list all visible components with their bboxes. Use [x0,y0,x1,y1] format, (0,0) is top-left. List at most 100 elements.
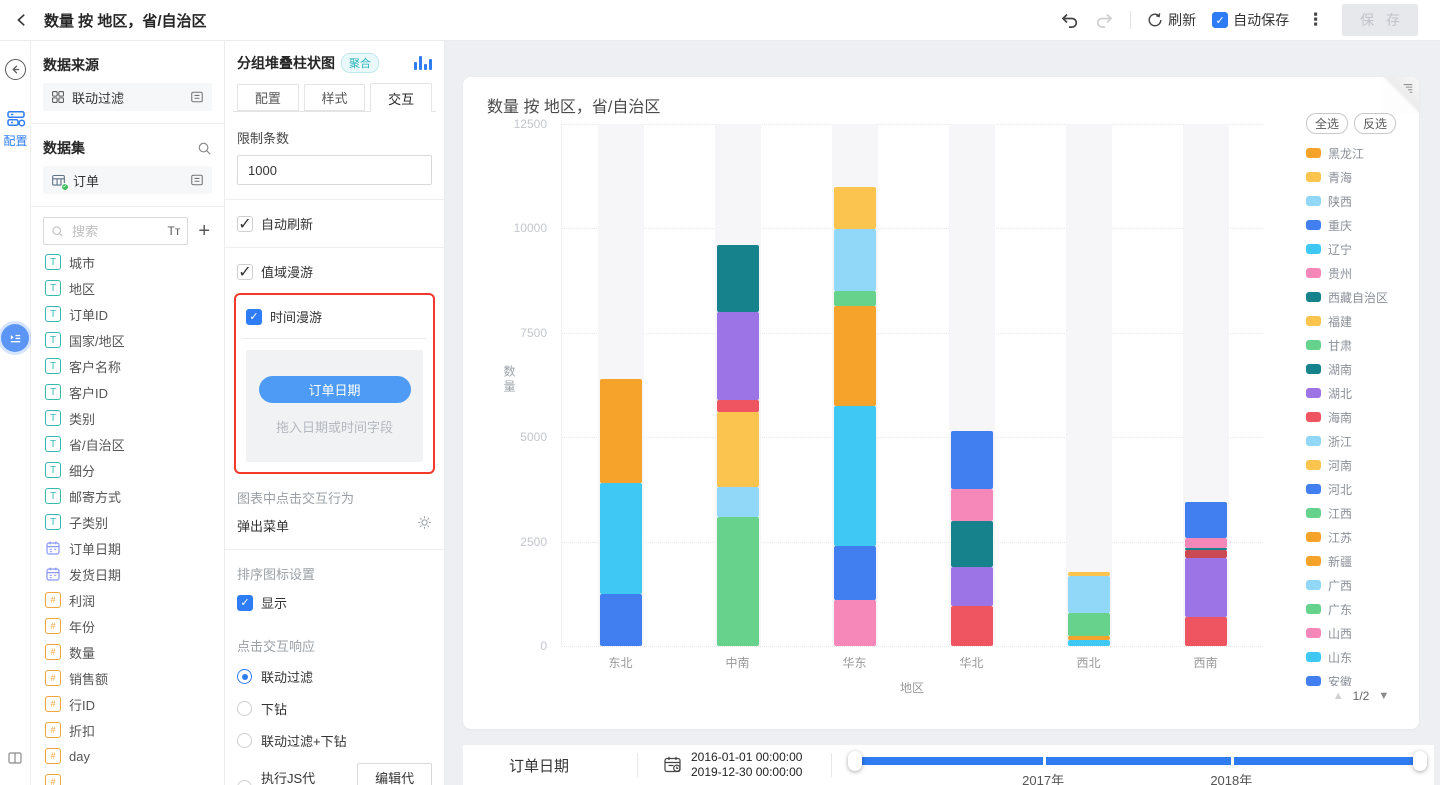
dataset-item-orders[interactable]: ✓ 订单 [43,166,212,194]
field-search-box[interactable]: Tᴛ [43,217,188,245]
radio-unselected[interactable] [237,701,252,716]
legend-item-安徽[interactable]: 安徽 [1306,674,1416,686]
text-filter-icon[interactable]: Tᴛ [167,224,180,238]
bar-segment[interactable] [1185,558,1227,618]
field-item-地区[interactable]: T地区 [43,275,212,301]
field-item-订单日期[interactable]: 订单日期 [43,535,212,561]
field-item-利润[interactable]: #利润 [43,587,212,613]
refresh-button[interactable]: 刷新 [1147,10,1196,30]
undo-icon[interactable] [1060,11,1079,30]
response-option-联动过滤[interactable]: 联动过滤 [237,667,432,686]
field-item-年份[interactable]: #年份 [43,613,212,639]
legend-item-陕西[interactable]: 陕西 [1306,194,1416,208]
bar-segment[interactable] [600,379,642,483]
bar-中南[interactable] [717,245,759,646]
panel-detail-icon[interactable] [190,90,204,104]
auto-refresh-row[interactable]: ✓ 自动刷新 [237,214,432,233]
bar-segment[interactable] [1185,538,1227,548]
legend-item-浙江[interactable]: 浙江 [1306,434,1416,448]
bar-西南[interactable] [1185,502,1227,646]
legend-item-辽宁[interactable]: 辽宁 [1306,242,1416,256]
panel-detail-icon[interactable] [190,173,204,187]
value-roam-checkbox[interactable]: ✓ [237,264,253,280]
field-item-发货日期[interactable]: 发货日期 [43,561,212,587]
bar-segment[interactable] [951,606,993,646]
legend-item-广西[interactable]: 广西 [1306,578,1416,592]
bar-segment[interactable] [834,187,876,229]
legend-item-福建[interactable]: 福建 [1306,314,1416,328]
add-field-button[interactable]: + [196,221,212,241]
radio-selected[interactable] [237,669,252,684]
field-item-销售额[interactable]: #销售额 [43,665,212,691]
bar-chart-icon[interactable] [414,56,432,70]
legend-item-湖南[interactable]: 湖南 [1306,362,1416,376]
bar-segment[interactable] [834,229,876,292]
time-roam-checkbox[interactable]: ✓ [246,309,262,325]
gear-icon[interactable] [417,515,432,535]
bar-segment[interactable] [1185,550,1227,557]
bar-segment[interactable] [834,546,876,600]
response-option-下钻[interactable]: 下钻 [237,699,432,718]
bar-segment[interactable] [600,483,642,594]
bar-segment[interactable] [951,521,993,567]
legend-item-甘肃[interactable]: 甘肃 [1306,338,1416,352]
legend-item-湖北[interactable]: 湖北 [1306,386,1416,400]
legend-item-河南[interactable]: 河南 [1306,458,1416,472]
collapse-back-icon[interactable] [5,59,26,80]
legend-item-海南[interactable]: 海南 [1306,410,1416,424]
plot-area[interactable]: 东北中南华东华北西北西南 [561,124,1263,646]
bar-segment[interactable] [717,245,759,312]
limit-input[interactable] [237,155,432,185]
legend-item-黑龙江[interactable]: 黑龙江 [1306,146,1416,160]
bar-华东[interactable] [834,187,876,646]
bar-segment[interactable] [1185,502,1227,537]
legend-item-河北[interactable]: 河北 [1306,482,1416,496]
field-item-折扣[interactable]: #折扣 [43,717,212,743]
bar-segment[interactable] [1068,576,1110,614]
time-range-slider[interactable]: 2017年 2018年 [855,757,1420,765]
search-icon[interactable] [197,141,212,156]
bar-西北[interactable] [1068,572,1110,646]
bar-东北[interactable] [600,379,642,646]
response-option-执行JS代码[interactable]: 执行JS代码编辑代码 [237,763,432,785]
legend-item-重庆[interactable]: 重庆 [1306,218,1416,232]
slider-handle-left[interactable] [848,751,862,771]
field-item-客户名称[interactable]: T客户名称 [43,353,212,379]
expand-panel-button[interactable] [1,324,29,352]
legend-item-贵州[interactable]: 贵州 [1306,266,1416,280]
time-field-pill[interactable]: 订单日期 [259,376,411,403]
legend-item-广东[interactable]: 广东 [1306,602,1416,616]
bar-segment[interactable] [834,406,876,546]
legend-page-up-icon[interactable]: ▲ [1333,690,1344,702]
field-item-day[interactable]: #day [43,743,212,769]
legend-item-江西[interactable]: 江西 [1306,506,1416,520]
legend-item-新疆[interactable]: 新疆 [1306,554,1416,568]
tab-交互[interactable]: 交互 [370,83,432,112]
legend-item-山西[interactable]: 山西 [1306,626,1416,640]
edit-code-button[interactable]: 编辑代码 [357,763,432,785]
legend-item-西藏自治区[interactable]: 西藏自治区 [1306,290,1416,304]
bar-segment[interactable] [1185,617,1227,646]
autosave-toggle[interactable]: ✓ 自动保存 [1212,10,1289,30]
linked-filter-item[interactable]: 联动过滤 [43,83,212,111]
slider-handle-right[interactable] [1413,751,1427,771]
card-corner-fold[interactable] [1383,77,1419,113]
field-search-input[interactable] [70,223,161,240]
field-item-订单ID[interactable]: T订单ID [43,301,212,327]
field-item-数量[interactable]: #数量 [43,639,212,665]
sort-icon-show-row[interactable]: ✓ 显示 [237,593,432,612]
redo-icon[interactable] [1095,11,1114,30]
bar-segment[interactable] [951,431,993,490]
field-item-类别[interactable]: T类别 [43,405,212,431]
field-item[interactable]: # [43,769,212,785]
legend-item-山东[interactable]: 山东 [1306,650,1416,664]
legend-item-江苏[interactable]: 江苏 [1306,530,1416,544]
legend-page-down-icon[interactable]: ▼ [1378,690,1389,702]
bar-segment[interactable] [951,567,993,607]
bar-segment[interactable] [834,600,876,646]
slider-track[interactable] [855,757,1420,765]
legend-invert-button[interactable]: 反选 [1354,113,1396,134]
legend-select-all-button[interactable]: 全选 [1306,113,1348,134]
autosave-checkbox[interactable]: ✓ [1212,12,1228,28]
more-menu-icon[interactable]: ⋮ [1305,10,1326,30]
